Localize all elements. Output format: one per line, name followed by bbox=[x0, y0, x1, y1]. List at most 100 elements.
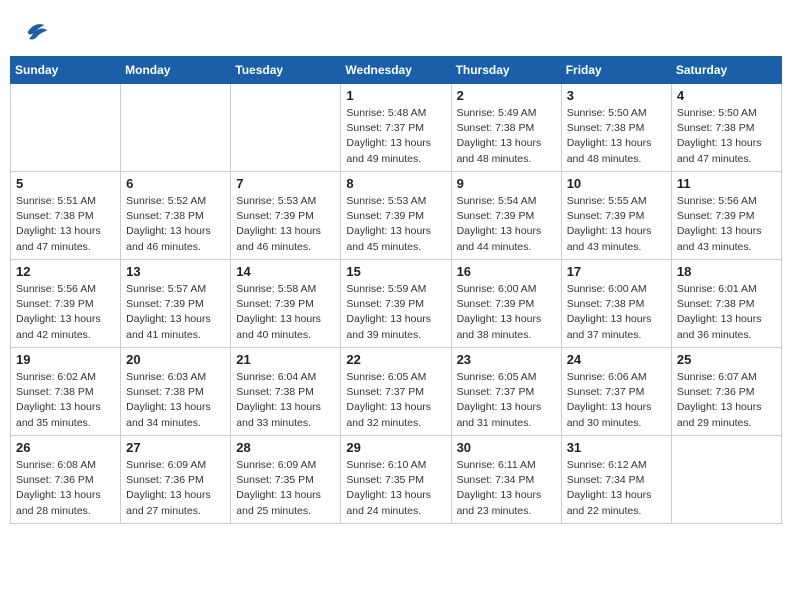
day-cell bbox=[11, 84, 121, 172]
day-cell bbox=[121, 84, 231, 172]
day-cell: 4 Sunrise: 5:50 AM Sunset: 7:38 PM Daylig… bbox=[671, 84, 781, 172]
date-number: 4 bbox=[677, 88, 776, 103]
date-number: 16 bbox=[457, 264, 556, 279]
date-number: 22 bbox=[346, 352, 445, 367]
day-detail: Sunrise: 5:57 AM Sunset: 7:39 PM Dayligh… bbox=[126, 282, 225, 343]
date-number: 21 bbox=[236, 352, 335, 367]
day-cell: 8 Sunrise: 5:53 AM Sunset: 7:39 PM Daylig… bbox=[341, 172, 451, 260]
day-cell: 20 Sunrise: 6:03 AM Sunset: 7:38 PM Dayli… bbox=[121, 348, 231, 436]
day-detail: Sunrise: 6:11 AM Sunset: 7:34 PM Dayligh… bbox=[457, 458, 556, 519]
day-detail: Sunrise: 6:08 AM Sunset: 7:36 PM Dayligh… bbox=[16, 458, 115, 519]
day-detail: Sunrise: 6:05 AM Sunset: 7:37 PM Dayligh… bbox=[346, 370, 445, 431]
date-number: 11 bbox=[677, 176, 776, 191]
day-detail: Sunrise: 6:01 AM Sunset: 7:38 PM Dayligh… bbox=[677, 282, 776, 343]
date-number: 6 bbox=[126, 176, 225, 191]
date-number: 10 bbox=[567, 176, 666, 191]
day-detail: Sunrise: 6:04 AM Sunset: 7:38 PM Dayligh… bbox=[236, 370, 335, 431]
day-detail: Sunrise: 5:50 AM Sunset: 7:38 PM Dayligh… bbox=[677, 106, 776, 167]
weekday-header-monday: Monday bbox=[121, 57, 231, 84]
day-detail: Sunrise: 5:55 AM Sunset: 7:39 PM Dayligh… bbox=[567, 194, 666, 255]
date-number: 29 bbox=[346, 440, 445, 455]
date-number: 14 bbox=[236, 264, 335, 279]
weekday-header-row: SundayMondayTuesdayWednesdayThursdayFrid… bbox=[11, 57, 782, 84]
day-cell: 29 Sunrise: 6:10 AM Sunset: 7:35 PM Dayli… bbox=[341, 436, 451, 524]
day-cell bbox=[231, 84, 341, 172]
day-detail: Sunrise: 5:58 AM Sunset: 7:39 PM Dayligh… bbox=[236, 282, 335, 343]
date-number: 23 bbox=[457, 352, 556, 367]
day-cell: 6Sunrise: 5:52 AM Sunset: 7:38 PM Daylig… bbox=[121, 172, 231, 260]
week-row-4: 19Sunrise: 6:02 AM Sunset: 7:38 PM Dayli… bbox=[11, 348, 782, 436]
weekday-header-friday: Friday bbox=[561, 57, 671, 84]
day-detail: Sunrise: 5:50 AM Sunset: 7:38 PM Dayligh… bbox=[567, 106, 666, 167]
date-number: 13 bbox=[126, 264, 225, 279]
day-cell: 19Sunrise: 6:02 AM Sunset: 7:38 PM Dayli… bbox=[11, 348, 121, 436]
day-detail: Sunrise: 6:07 AM Sunset: 7:36 PM Dayligh… bbox=[677, 370, 776, 431]
day-cell: 15 Sunrise: 5:59 AM Sunset: 7:39 PM Dayli… bbox=[341, 260, 451, 348]
day-cell: 23 Sunrise: 6:05 AM Sunset: 7:37 PM Dayli… bbox=[451, 348, 561, 436]
day-detail: Sunrise: 5:56 AM Sunset: 7:39 PM Dayligh… bbox=[677, 194, 776, 255]
date-number: 28 bbox=[236, 440, 335, 455]
day-detail: Sunrise: 6:03 AM Sunset: 7:38 PM Dayligh… bbox=[126, 370, 225, 431]
day-cell: 1 Sunrise: 5:48 AM Sunset: 7:37 PM Daylig… bbox=[341, 84, 451, 172]
day-detail: Sunrise: 6:06 AM Sunset: 7:37 PM Dayligh… bbox=[567, 370, 666, 431]
day-cell: 22 Sunrise: 6:05 AM Sunset: 7:37 PM Dayli… bbox=[341, 348, 451, 436]
day-detail: Sunrise: 6:00 AM Sunset: 7:38 PM Dayligh… bbox=[567, 282, 666, 343]
weekday-header-saturday: Saturday bbox=[671, 57, 781, 84]
date-number: 1 bbox=[346, 88, 445, 103]
day-cell: 26 Sunrise: 6:08 AM Sunset: 7:36 PM Dayli… bbox=[11, 436, 121, 524]
weekday-header-wednesday: Wednesday bbox=[341, 57, 451, 84]
day-cell: 11 Sunrise: 5:56 AM Sunset: 7:39 PM Dayli… bbox=[671, 172, 781, 260]
day-cell: 9 Sunrise: 5:54 AM Sunset: 7:39 PM Daylig… bbox=[451, 172, 561, 260]
day-detail: Sunrise: 6:12 AM Sunset: 7:34 PM Dayligh… bbox=[567, 458, 666, 519]
day-cell: 17 Sunrise: 6:00 AM Sunset: 7:38 PM Dayli… bbox=[561, 260, 671, 348]
day-detail: Sunrise: 6:09 AM Sunset: 7:36 PM Dayligh… bbox=[126, 458, 225, 519]
day-cell: 12 Sunrise: 5:56 AM Sunset: 7:39 PM Dayli… bbox=[11, 260, 121, 348]
date-number: 8 bbox=[346, 176, 445, 191]
date-number: 17 bbox=[567, 264, 666, 279]
date-number: 15 bbox=[346, 264, 445, 279]
date-number: 9 bbox=[457, 176, 556, 191]
day-cell: 7Sunrise: 5:53 AM Sunset: 7:39 PM Daylig… bbox=[231, 172, 341, 260]
date-number: 26 bbox=[16, 440, 115, 455]
day-detail: Sunrise: 6:02 AM Sunset: 7:38 PM Dayligh… bbox=[16, 370, 115, 431]
date-number: 27 bbox=[126, 440, 225, 455]
date-number: 24 bbox=[567, 352, 666, 367]
day-cell: 28 Sunrise: 6:09 AM Sunset: 7:35 PM Dayli… bbox=[231, 436, 341, 524]
day-cell: 27 Sunrise: 6:09 AM Sunset: 7:36 PM Dayli… bbox=[121, 436, 231, 524]
day-cell: 3Sunrise: 5:50 AM Sunset: 7:38 PM Daylig… bbox=[561, 84, 671, 172]
date-number: 31 bbox=[567, 440, 666, 455]
date-number: 2 bbox=[457, 88, 556, 103]
day-detail: Sunrise: 5:59 AM Sunset: 7:39 PM Dayligh… bbox=[346, 282, 445, 343]
day-cell: 2 Sunrise: 5:49 AM Sunset: 7:38 PM Daylig… bbox=[451, 84, 561, 172]
day-detail: Sunrise: 5:53 AM Sunset: 7:39 PM Dayligh… bbox=[236, 194, 335, 255]
day-cell: 13 Sunrise: 5:57 AM Sunset: 7:39 PM Dayli… bbox=[121, 260, 231, 348]
day-detail: Sunrise: 6:05 AM Sunset: 7:37 PM Dayligh… bbox=[457, 370, 556, 431]
date-number: 18 bbox=[677, 264, 776, 279]
week-row-3: 12 Sunrise: 5:56 AM Sunset: 7:39 PM Dayli… bbox=[11, 260, 782, 348]
day-detail: Sunrise: 5:53 AM Sunset: 7:39 PM Dayligh… bbox=[346, 194, 445, 255]
day-detail: Sunrise: 5:49 AM Sunset: 7:38 PM Dayligh… bbox=[457, 106, 556, 167]
day-cell: 31 Sunrise: 6:12 AM Sunset: 7:34 PM Dayli… bbox=[561, 436, 671, 524]
date-number: 20 bbox=[126, 352, 225, 367]
day-cell: 25Sunrise: 6:07 AM Sunset: 7:36 PM Dayli… bbox=[671, 348, 781, 436]
week-row-5: 26 Sunrise: 6:08 AM Sunset: 7:36 PM Dayli… bbox=[11, 436, 782, 524]
logo-bird-icon bbox=[22, 18, 50, 46]
day-cell: 21 Sunrise: 6:04 AM Sunset: 7:38 PM Dayli… bbox=[231, 348, 341, 436]
day-detail: Sunrise: 6:10 AM Sunset: 7:35 PM Dayligh… bbox=[346, 458, 445, 519]
logo bbox=[20, 18, 50, 46]
day-detail: Sunrise: 5:48 AM Sunset: 7:37 PM Dayligh… bbox=[346, 106, 445, 167]
weekday-header-thursday: Thursday bbox=[451, 57, 561, 84]
week-row-1: 1 Sunrise: 5:48 AM Sunset: 7:37 PM Daylig… bbox=[11, 84, 782, 172]
date-number: 12 bbox=[16, 264, 115, 279]
day-detail: Sunrise: 5:54 AM Sunset: 7:39 PM Dayligh… bbox=[457, 194, 556, 255]
date-number: 30 bbox=[457, 440, 556, 455]
day-cell: 14 Sunrise: 5:58 AM Sunset: 7:39 PM Dayli… bbox=[231, 260, 341, 348]
day-detail: Sunrise: 6:00 AM Sunset: 7:39 PM Dayligh… bbox=[457, 282, 556, 343]
day-cell: 10 Sunrise: 5:55 AM Sunset: 7:39 PM Dayli… bbox=[561, 172, 671, 260]
day-detail: Sunrise: 5:56 AM Sunset: 7:39 PM Dayligh… bbox=[16, 282, 115, 343]
day-cell: 5Sunrise: 5:51 AM Sunset: 7:38 PM Daylig… bbox=[11, 172, 121, 260]
weekday-header-tuesday: Tuesday bbox=[231, 57, 341, 84]
day-cell: 16 Sunrise: 6:00 AM Sunset: 7:39 PM Dayli… bbox=[451, 260, 561, 348]
day-cell: 30 Sunrise: 6:11 AM Sunset: 7:34 PM Dayli… bbox=[451, 436, 561, 524]
day-detail: Sunrise: 6:09 AM Sunset: 7:35 PM Dayligh… bbox=[236, 458, 335, 519]
